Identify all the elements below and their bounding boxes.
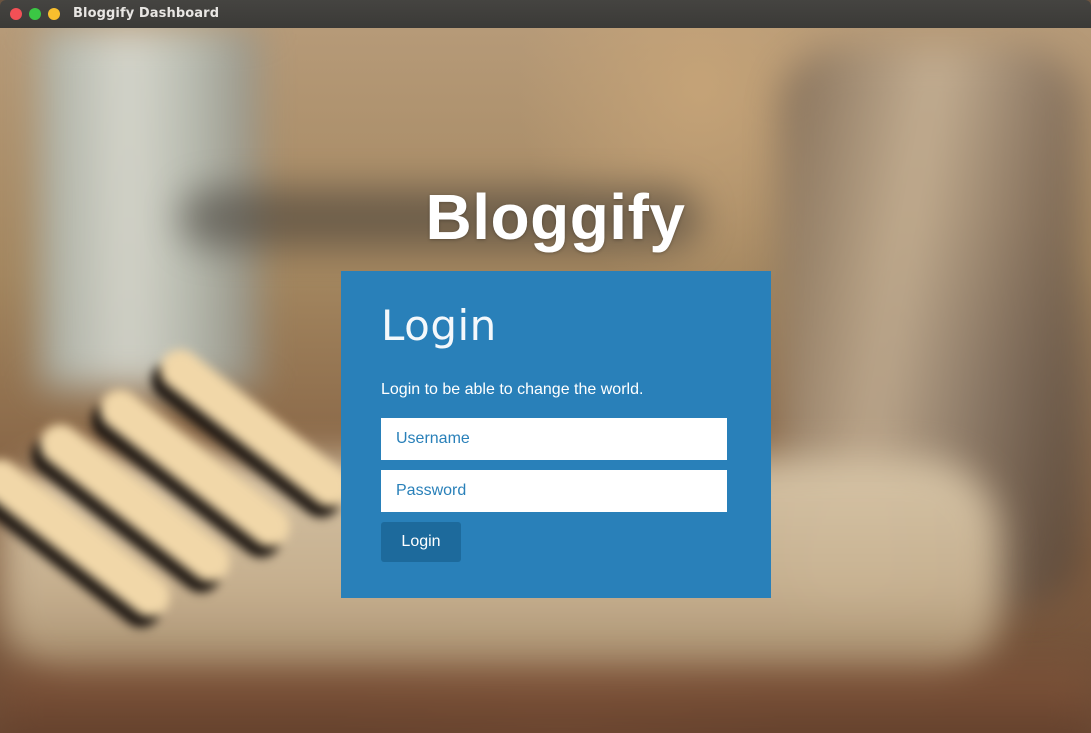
- maximize-icon[interactable]: [48, 8, 60, 20]
- login-subtitle: Login to be able to change the world.: [381, 381, 644, 398]
- login-heading: Login: [381, 301, 497, 350]
- login-panel: Login Login to be able to change the wor…: [341, 271, 771, 598]
- brand-title: Bloggify: [425, 181, 686, 253]
- password-input[interactable]: [381, 470, 727, 512]
- close-icon[interactable]: [10, 8, 22, 20]
- username-input[interactable]: [381, 418, 727, 460]
- window-titlebar[interactable]: Bloggify Dashboard: [0, 0, 1091, 28]
- app-window: Bloggify Dashboard Bloggify Login Login …: [0, 0, 1091, 733]
- login-button[interactable]: Login: [381, 522, 461, 562]
- background-table: [0, 668, 1091, 733]
- window-title: Bloggify Dashboard: [73, 6, 220, 21]
- minimize-icon[interactable]: [29, 8, 41, 20]
